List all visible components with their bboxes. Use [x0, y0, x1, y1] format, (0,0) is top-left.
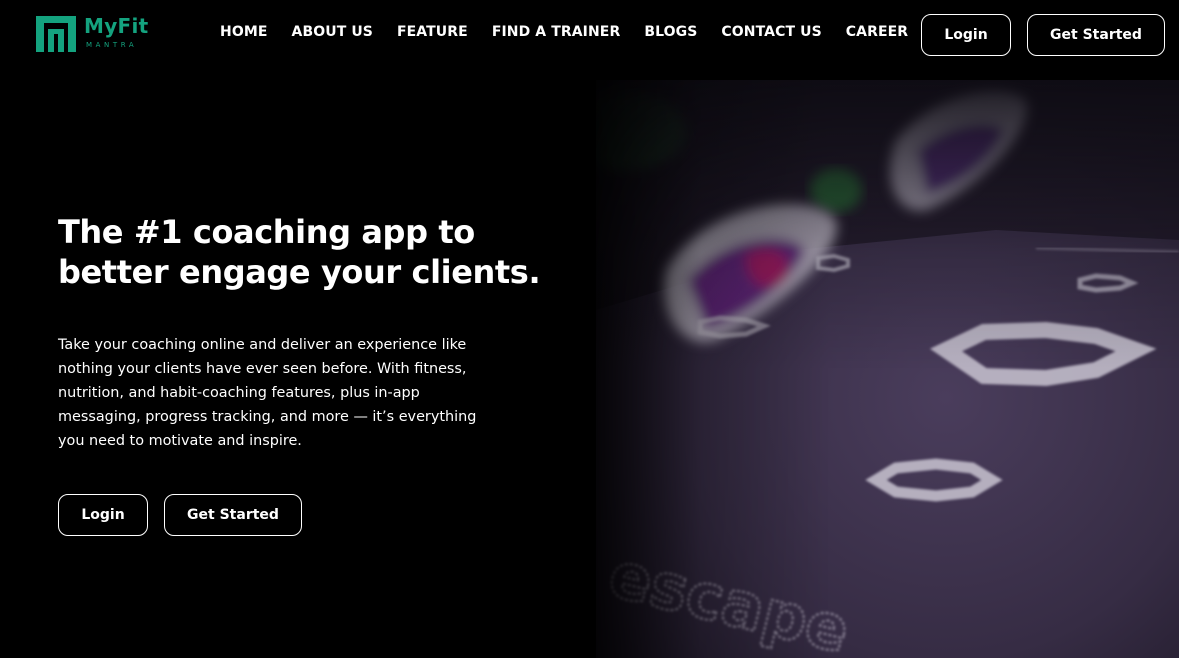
nav-item-career[interactable]: CAREER — [846, 24, 908, 40]
logo-mark-icon — [36, 16, 76, 52]
nav-item-find-a-trainer[interactable]: FIND A TRAINER — [492, 24, 621, 40]
header-login-button[interactable]: Login — [921, 14, 1011, 56]
gym-floor-image: escape — [596, 80, 1179, 658]
site-header: MyFit MANTRA HOME ABOUT US FEATURE FIND … — [0, 0, 1179, 80]
hero-title-line-1: The #1 coaching app to — [58, 213, 475, 251]
hero-section: The #1 coaching app to better engage you… — [58, 212, 558, 292]
hero-description: Take your coaching online and deliver an… — [58, 337, 477, 449]
brand-subtitle: MANTRA — [86, 41, 138, 49]
nav-item-home[interactable]: HOME — [220, 24, 268, 40]
hero-image: escape — [596, 80, 1179, 658]
brand-logo[interactable]: MyFit MANTRA — [36, 14, 166, 56]
nav-item-about-us[interactable]: ABOUT US — [292, 24, 373, 40]
hero-title: The #1 coaching app to better engage you… — [58, 212, 558, 292]
brand-name: MyFit — [84, 14, 149, 38]
nav-item-contact-us[interactable]: CONTACT US — [721, 24, 821, 40]
hero-login-button[interactable]: Login — [58, 494, 148, 536]
nav-item-feature[interactable]: FEATURE — [397, 24, 468, 40]
header-get-started-button[interactable]: Get Started — [1027, 14, 1165, 56]
hero-title-line-2: better engage your clients. — [58, 253, 541, 291]
nav-item-blogs[interactable]: BLOGS — [644, 24, 697, 40]
main-nav: HOME ABOUT US FEATURE FIND A TRAINER BLO… — [220, 24, 908, 40]
hero-get-started-button[interactable]: Get Started — [164, 494, 302, 536]
